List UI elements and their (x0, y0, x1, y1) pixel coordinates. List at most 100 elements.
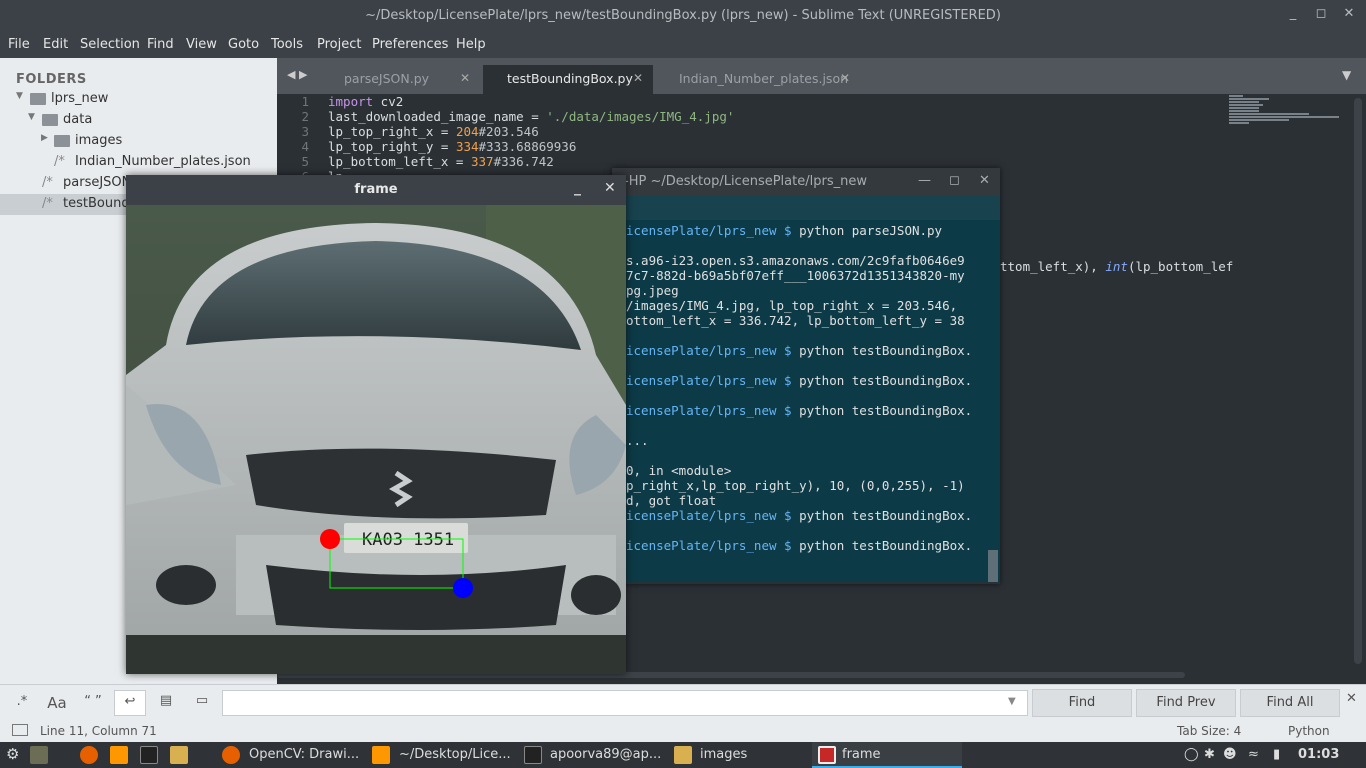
wrap-toggle-icon[interactable]: ↩ (114, 690, 146, 716)
bluetooth-icon[interactable]: ✱ (1204, 747, 1215, 762)
triangle-right-icon[interactable]: ▶ (41, 133, 48, 143)
folder-icon[interactable] (170, 746, 188, 764)
terminal-line: ottom_left_x = 336.742, lp_bottom_left_y… (626, 313, 965, 328)
vertical-scrollbar[interactable] (1354, 98, 1362, 664)
close-find-icon[interactable]: ✕ (1346, 691, 1357, 706)
wifi-icon[interactable]: ≈ (1248, 747, 1259, 762)
find-bar: .* Aa “ ” ↩ ▤ ▭ ▼ Find Find Prev Find Al… (0, 684, 1366, 720)
tab-label: Indian_Number_plates.json (679, 71, 849, 86)
panel-toggle-icon[interactable] (12, 724, 28, 736)
folder-open-icon (30, 93, 46, 105)
minimize-icon[interactable]: _ (574, 180, 581, 196)
task-item-frame[interactable]: frame (842, 747, 881, 762)
terminal-line: icensePlate/lprs_new $ python parseJSON.… (626, 223, 943, 238)
window-icon (818, 746, 836, 764)
terminal-scrollbar[interactable] (988, 550, 998, 582)
minimize-icon[interactable]: — (918, 173, 931, 188)
find-prev-button[interactable]: Find Prev (1136, 689, 1236, 717)
in-selection-icon[interactable]: ▤ (152, 690, 180, 716)
terminal-line: icensePlate/lprs_new $ python testBoundi… (626, 538, 973, 553)
tab-close-icon[interactable]: ✕ (633, 71, 643, 85)
terminal-icon[interactable] (140, 746, 158, 764)
close-icon[interactable]: ✕ (979, 173, 990, 188)
task-item-images[interactable]: images (700, 747, 747, 762)
sidebar-item-images[interactable]: ▶ images (0, 131, 277, 152)
menu-help[interactable]: Help (456, 37, 486, 52)
folder-open-icon (42, 114, 58, 126)
code-line: last_downloaded_image_name = './data/ima… (328, 109, 735, 124)
file-icon: /* (54, 154, 65, 169)
folder-closed-icon (54, 135, 70, 147)
task-item-sublime[interactable]: ~/Desktop/Lice... (399, 747, 511, 762)
terminal-line: icensePlate/lprs_new $ python testBoundi… (626, 403, 973, 418)
menu-selection[interactable]: Selection (80, 37, 140, 52)
find-history-icon[interactable]: ▼ (1008, 696, 1016, 707)
show-desktop-icon[interactable] (30, 746, 48, 764)
tab-size[interactable]: Tab Size: 4 (1177, 724, 1241, 738)
menu-preferences[interactable]: Preferences (372, 37, 448, 52)
sidebar-item-lprs-new[interactable]: ▼ lprs_new (0, 89, 277, 110)
highlight-matches-icon[interactable]: ▭ (188, 690, 216, 716)
terminal-window[interactable]: -HP ~/Desktop/LicensePlate/lprs_new — ◻ … (612, 168, 1000, 584)
tab-parsejson[interactable]: parseJSON.py ✕ (320, 65, 480, 94)
tab-dropdown-icon[interactable]: ▼ (1342, 68, 1351, 82)
code-line-partial: ttom_left_x), int(lp_bottom_lef (1000, 259, 1234, 274)
taskbar: ⚙ OpenCV: Drawi... ~/Desktop/Lice... apo… (0, 742, 1366, 768)
close-icon[interactable]: ✕ (604, 180, 616, 196)
sidebar-item-data[interactable]: ▼ data (0, 110, 277, 131)
shield-icon[interactable]: ◯ (1184, 747, 1199, 762)
whole-word-toggle[interactable]: “ ” (78, 690, 108, 716)
minimize-icon[interactable]: _ (1284, 6, 1302, 24)
terminal-line: p_right_x,lp_top_right_y), 10, (0,0,255)… (626, 478, 965, 493)
tab-scroll-right-icon[interactable]: ▶ (299, 68, 307, 81)
file-icon: /* (42, 175, 53, 190)
maximize-icon[interactable]: ◻ (1312, 6, 1330, 24)
terminal-line: 7c7-882d-b69a5bf07eff___1006372d13513438… (626, 268, 965, 283)
regex-toggle[interactable]: .* (8, 690, 36, 716)
folder-icon (674, 746, 692, 764)
tab-scroll-left-icon[interactable]: ◀ (287, 68, 295, 81)
menu-find[interactable]: Find (147, 37, 174, 52)
car-photo: KA03 1351 (126, 205, 626, 674)
settings-gear-icon[interactable]: ⚙ (6, 745, 19, 763)
sidebar-item-label: data (63, 112, 93, 127)
find-input[interactable] (222, 690, 1028, 716)
menu-file[interactable]: File (8, 37, 30, 52)
sublime-icon[interactable] (110, 746, 128, 764)
menu-view[interactable]: View (186, 37, 217, 52)
sidebar-item-label: lprs_new (51, 91, 109, 106)
find-all-button[interactable]: Find All (1240, 689, 1340, 717)
tab-indian-number-plates[interactable]: Indian_Number_plates.json ✕ (655, 65, 860, 94)
task-item-opencv[interactable]: OpenCV: Drawi... (249, 747, 359, 762)
triangle-down-icon[interactable]: ▼ (16, 91, 23, 101)
sidebar-item-json-file[interactable]: /* Indian_Number_plates.json (0, 152, 277, 173)
close-icon[interactable]: ✕ (1340, 6, 1358, 24)
tab-close-icon[interactable]: ✕ (460, 71, 470, 85)
minimap[interactable] (1228, 94, 1348, 674)
tab-label: testBoundingBox.py (507, 71, 633, 86)
menu-project[interactable]: Project (317, 37, 361, 52)
case-toggle[interactable]: Aa (42, 690, 72, 716)
terminal-titlebar: -HP ~/Desktop/LicensePlate/lprs_new — ◻ … (612, 168, 1000, 196)
frame-window[interactable]: frame _ ✕ KA03 1351 (126, 175, 626, 674)
menu-goto[interactable]: Goto (228, 37, 259, 52)
tab-close-icon[interactable]: ✕ (840, 71, 850, 85)
clock[interactable]: 01:03 (1298, 747, 1339, 762)
menu-edit[interactable]: Edit (43, 37, 68, 52)
menu-tools[interactable]: Tools (271, 37, 303, 52)
triangle-down-icon[interactable]: ▼ (28, 112, 35, 122)
tab-testboundingbox[interactable]: testBoundingBox.py ✕ (483, 65, 653, 94)
syntax-mode[interactable]: Python (1288, 724, 1330, 738)
terminal-line: d, got float (626, 493, 717, 508)
top-right-point (320, 529, 340, 549)
terminal-output[interactable]: icensePlate/lprs_new $ python parseJSON.… (612, 220, 1000, 582)
task-item-terminal[interactable]: apoorva89@ap... (550, 747, 661, 762)
battery-icon[interactable]: ▮ (1273, 747, 1280, 762)
maximize-icon[interactable]: ◻ (949, 173, 960, 188)
find-button[interactable]: Find (1032, 689, 1132, 717)
terminal-title: -HP ~/Desktop/LicensePlate/lprs_new (624, 174, 867, 189)
firefox-icon (222, 746, 240, 764)
firefox-icon[interactable] (80, 746, 98, 764)
frame-titlebar: frame _ ✕ (126, 175, 626, 205)
user-icon[interactable]: ☻ (1223, 747, 1237, 762)
